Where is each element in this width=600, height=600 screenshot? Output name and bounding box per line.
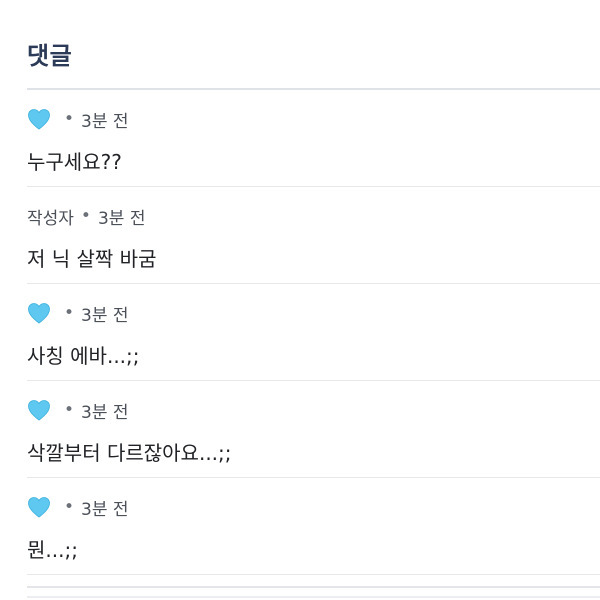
comment-list: • 3분 전 누구세요?? 작성자 • 3분 전 저 닉 살짝 바굼 • 3분 … xyxy=(27,90,600,575)
meta-separator: • xyxy=(64,497,75,517)
comment-item: • 3분 전 삭깔부터 다르잖아요...;; xyxy=(27,381,600,478)
comment-meta: • 3분 전 xyxy=(27,301,129,326)
light-blue-heart-icon xyxy=(28,497,50,518)
comment-time: 3분 전 xyxy=(97,208,146,229)
comments-section-title: 댓글 xyxy=(27,42,73,70)
meta-separator: • xyxy=(64,400,75,420)
comment-item: • 3분 전 누구세요?? xyxy=(27,90,600,187)
comment-meta: • 3분 전 xyxy=(27,107,129,132)
comment-author: 작성자 xyxy=(27,208,74,229)
light-blue-heart-icon xyxy=(28,400,50,421)
comment-item: • 3분 전 사칭 에바...;; xyxy=(27,284,600,381)
meta-separator: • xyxy=(80,206,91,226)
comment-item: • 3분 전 뭔...;; xyxy=(27,478,600,575)
comment-time: 3분 전 xyxy=(81,305,129,326)
comment-item: 작성자 • 3분 전 저 닉 살짝 바굼 xyxy=(27,187,600,284)
list-bottom-divider xyxy=(27,586,600,588)
comment-text: 저 닉 살짝 바굼 xyxy=(27,247,157,271)
input-area-edge xyxy=(27,596,600,598)
light-blue-heart-icon xyxy=(28,303,50,324)
comment-time: 3분 전 xyxy=(81,499,129,520)
comment-time: 3분 전 xyxy=(81,402,129,423)
comment-meta: • 3분 전 xyxy=(27,398,129,423)
comment-text: 뭔...;; xyxy=(27,538,78,562)
comment-text: 삭깔부터 다르잖아요...;; xyxy=(27,441,232,465)
comment-text: 누구세요?? xyxy=(27,150,122,174)
meta-separator: • xyxy=(64,109,75,129)
comments-page: 댓글 • 3분 전 누구세요?? 작성자 • 3분 전 저 닉 살짝 바굼 • … xyxy=(0,0,600,600)
meta-separator: • xyxy=(64,303,75,323)
light-blue-heart-icon xyxy=(28,109,50,130)
comment-text: 사칭 에바...;; xyxy=(27,344,140,368)
comment-meta: • 3분 전 xyxy=(27,495,129,520)
comment-time: 3분 전 xyxy=(81,111,129,132)
comment-meta: 작성자 • 3분 전 xyxy=(27,204,146,229)
